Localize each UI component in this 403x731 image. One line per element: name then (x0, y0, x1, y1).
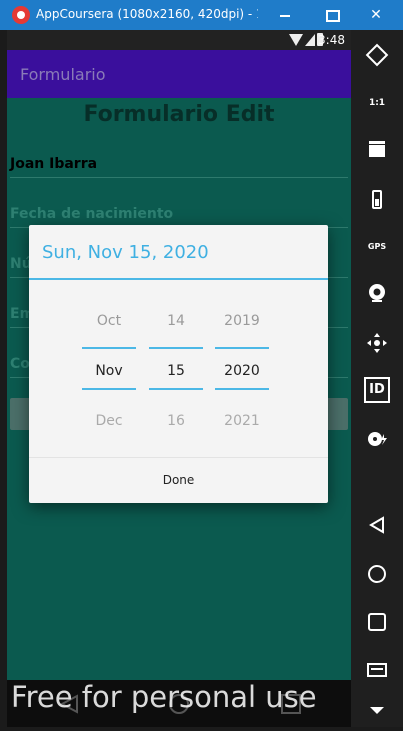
phone-screen: 3:48 Formulario Formulario Edit Joan Iba… (7, 30, 351, 727)
birthdate-field-hint: Fecha de nacimiento (10, 206, 174, 222)
month-spinner[interactable]: Oct Nov Dec (74, 280, 144, 458)
year-next[interactable]: 2021 (207, 413, 277, 429)
close-button[interactable]: ✕ (352, 0, 400, 30)
camera-icon[interactable] (364, 280, 390, 306)
window-titlebar: AppCoursera (1080x2160, 420dpi) - 192.1.… (0, 0, 403, 30)
back-nav-icon[interactable] (364, 512, 390, 538)
dpad-icon[interactable] (364, 330, 390, 356)
day-spinner[interactable]: 14 15 16 (141, 280, 211, 458)
status-time: 3:48 (318, 33, 345, 47)
watermark-text: Free for personal use (11, 680, 317, 714)
wifi-icon (289, 34, 303, 46)
year-divider-bottom (215, 388, 269, 390)
month-divider-top (82, 347, 136, 349)
chevron-down-icon[interactable] (364, 697, 390, 723)
disk-icon[interactable] (364, 426, 390, 452)
home-nav-icon[interactable] (364, 561, 390, 587)
name-field[interactable]: Joan Ibarra (10, 148, 348, 178)
selected-date: Sun, Nov 15, 2020 (42, 242, 209, 263)
name-field-value: Joan Ibarra (10, 156, 98, 172)
day-next[interactable]: 16 (141, 413, 211, 429)
month-prev[interactable]: Oct (74, 313, 144, 329)
device-id-icon[interactable]: ID (364, 377, 390, 403)
day-prev[interactable]: 14 (141, 313, 211, 329)
rotate-icon[interactable] (364, 42, 390, 68)
month-current[interactable]: Nov (74, 363, 144, 379)
description-field-hint: Co (10, 356, 30, 372)
status-bar: 3:48 (7, 30, 351, 50)
app-bar-title: Formulario (20, 65, 106, 84)
date-picker-header: Sun, Nov 15, 2020 (29, 225, 328, 280)
battery-control-icon[interactable] (364, 186, 390, 212)
screen-record-icon[interactable] (364, 136, 390, 162)
day-divider-bottom (149, 388, 203, 390)
menu-icon[interactable] (364, 660, 390, 686)
window-title: AppCoursera (1080x2160, 420dpi) - 192.1.… (36, 7, 258, 21)
scale-ratio-icon[interactable]: 1:1 (364, 90, 390, 116)
year-spinner[interactable]: 2019 2020 2021 (207, 280, 277, 458)
year-divider-top (215, 347, 269, 349)
month-divider-bottom (82, 388, 136, 390)
year-prev[interactable]: 2019 (207, 313, 277, 329)
signal-icon (305, 34, 315, 46)
app-logo-icon (12, 6, 30, 24)
app-bar: Formulario (7, 50, 351, 98)
done-button[interactable]: Done (29, 458, 328, 503)
minimize-button[interactable] (260, 0, 308, 30)
month-next[interactable]: Dec (74, 413, 144, 429)
emulator-side-panel: 1:1 GPS ID (351, 30, 403, 727)
gps-icon[interactable]: GPS (364, 234, 390, 260)
date-picker-dialog: Sun, Nov 15, 2020 Oct Nov Dec 14 15 16 2… (29, 225, 328, 503)
birthdate-field[interactable]: Fecha de nacimiento (10, 198, 348, 228)
overview-nav-icon[interactable] (364, 609, 390, 635)
year-current[interactable]: 2020 (207, 363, 277, 379)
maximize-button[interactable] (306, 0, 354, 30)
day-current[interactable]: 15 (141, 363, 211, 379)
page-title: Formulario Edit (83, 102, 275, 127)
day-divider-top (149, 347, 203, 349)
